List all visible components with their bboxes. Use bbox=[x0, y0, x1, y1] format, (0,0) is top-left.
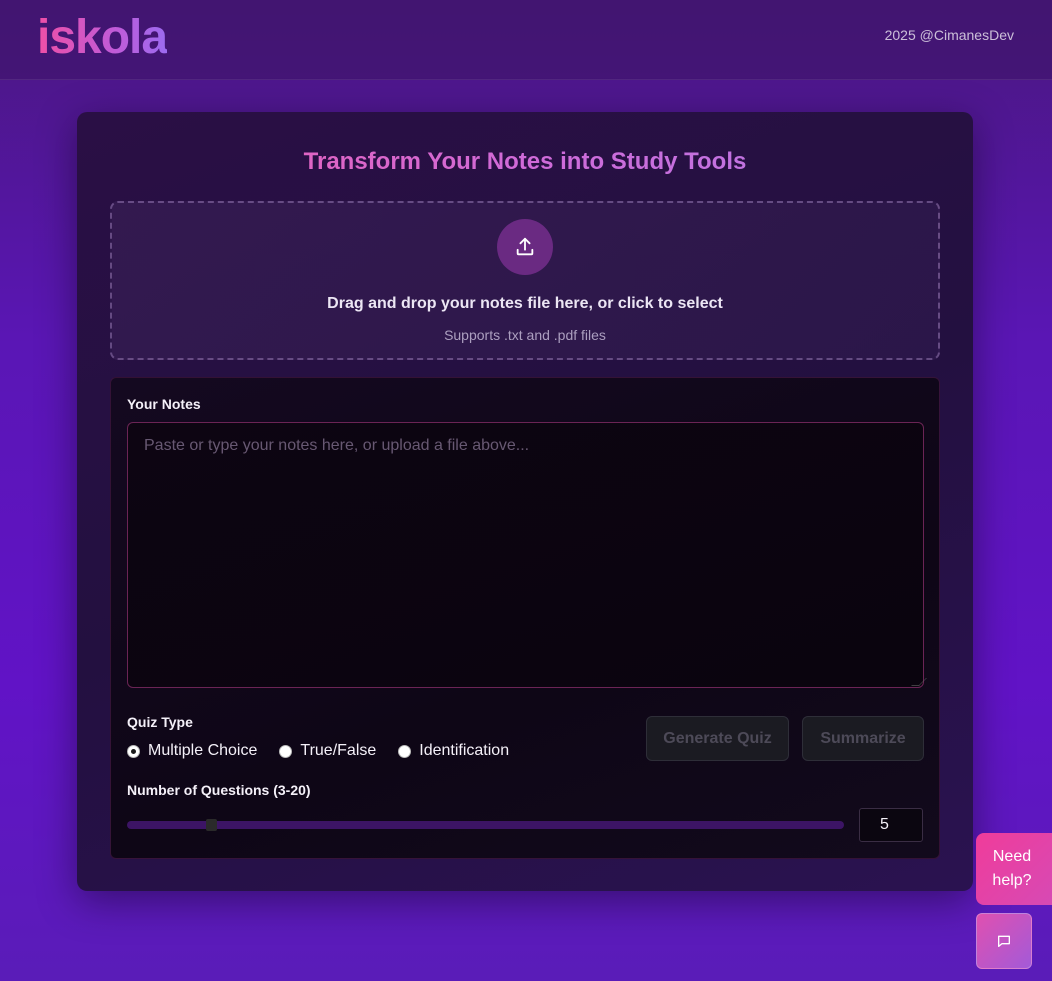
question-count-slider[interactable] bbox=[127, 821, 844, 829]
summarize-button[interactable]: Summarize bbox=[802, 716, 924, 761]
radio-button-multiple-choice[interactable] bbox=[127, 744, 140, 758]
question-count-input[interactable]: 5 bbox=[859, 808, 923, 842]
quiz-type-label: Quiz Type bbox=[127, 714, 193, 730]
app-logo[interactable]: iskola bbox=[37, 10, 168, 66]
radio-label-multiple-choice: Multiple Choice bbox=[148, 742, 258, 759]
main-card: Transform Your Notes into Study Tools Dr… bbox=[77, 112, 973, 891]
file-dropzone[interactable]: Drag and drop your notes file here, or c… bbox=[110, 201, 940, 360]
radio-label-identification: Identification bbox=[419, 742, 510, 759]
slider-thumb[interactable] bbox=[205, 819, 217, 831]
radio-button-true-false[interactable] bbox=[279, 744, 293, 758]
upload-icon bbox=[497, 219, 553, 275]
dropzone-instructions: Drag and drop your notes file here, or c… bbox=[327, 295, 723, 312]
page-title: Transform Your Notes into Study Tools bbox=[77, 148, 973, 176]
radio-option-multiple-choice[interactable]: Multiple Choice bbox=[127, 742, 257, 760]
notes-panel: Your Notes Quiz Type Multiple Choice Tru… bbox=[110, 377, 940, 859]
notes-label: Your Notes bbox=[127, 396, 201, 412]
notes-textarea[interactable] bbox=[127, 422, 924, 688]
top-header: iskola 2025 @CimanesDev bbox=[0, 0, 1052, 80]
copyright-text: 2025 @CimanesDev bbox=[884, 27, 1014, 43]
radio-label-true-false: True/False bbox=[300, 742, 377, 759]
radio-option-true-false[interactable]: True/False bbox=[279, 742, 376, 760]
quiz-type-radio-group: Multiple Choice True/False Identificatio… bbox=[127, 742, 509, 760]
dropzone-supported-types: Supports .txt and .pdf files bbox=[444, 327, 606, 343]
generate-quiz-button[interactable]: Generate Quiz bbox=[646, 716, 789, 761]
chat-button[interactable] bbox=[976, 913, 1032, 969]
radio-button-identification[interactable] bbox=[398, 744, 412, 758]
question-count-label: Number of Questions (3-20) bbox=[127, 782, 311, 798]
need-help-button[interactable]: Need help? bbox=[976, 833, 1052, 905]
chat-bubble-icon bbox=[998, 935, 1010, 947]
radio-option-identification[interactable]: Identification bbox=[398, 742, 509, 760]
